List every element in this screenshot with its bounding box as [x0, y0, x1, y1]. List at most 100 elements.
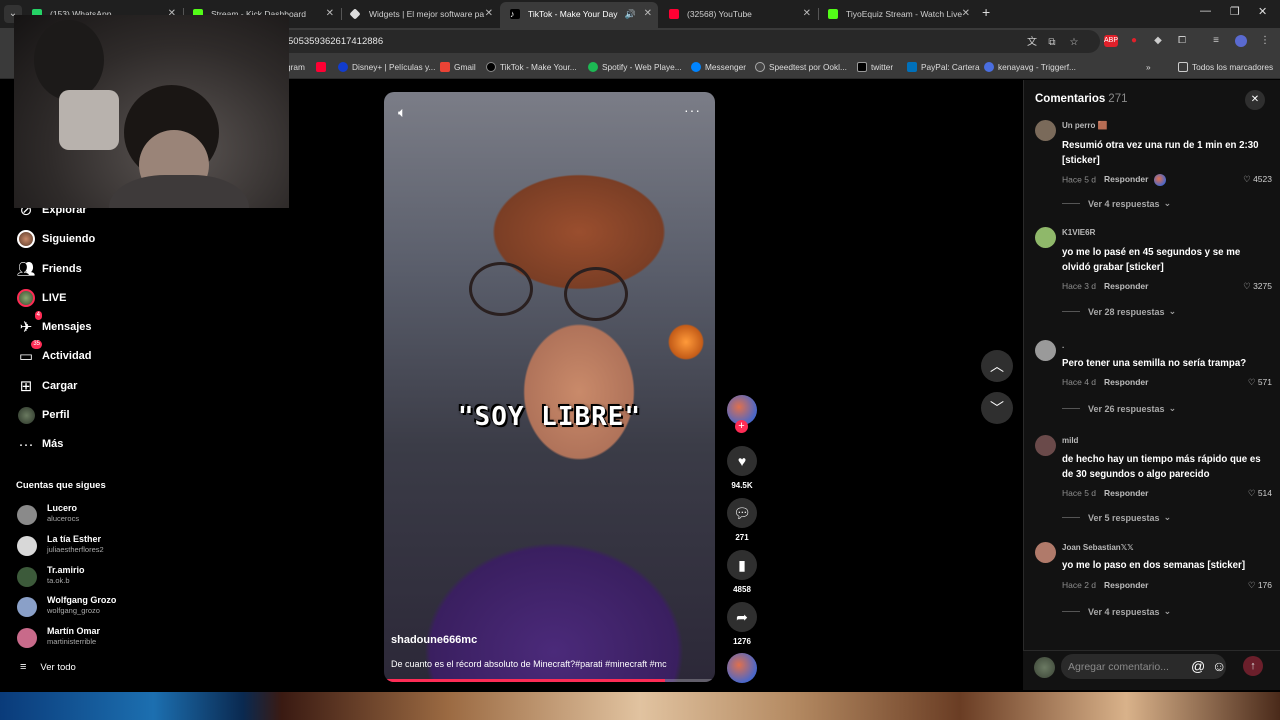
sound-disc-avatar[interactable] — [727, 653, 757, 683]
comment-meta: Hace 5 d Responder — [1062, 174, 1167, 186]
tab-title: Widgets | El mejor software pa — [369, 9, 485, 19]
nav-actividad[interactable]: ▭ 35 Actividad — [16, 340, 92, 367]
chevron-down-icon: ⌄ — [1163, 606, 1172, 616]
reply-button[interactable]: Responder — [1104, 580, 1148, 590]
avatar — [1034, 657, 1055, 678]
media-control-icon[interactable]: ≡ — [1210, 35, 1222, 47]
follow-plus-icon[interactable]: + — [735, 420, 748, 433]
nav-mas[interactable]: ··· Más — [16, 433, 64, 455]
chevron-up-icon: ︿ — [990, 358, 1004, 374]
nav-friends[interactable]: 👥︎ Friends — [16, 258, 81, 280]
restore-icon[interactable]: ❐ — [1230, 5, 1240, 18]
mention-icon[interactable]: @ — [1191, 658, 1205, 674]
comment-like-button[interactable]: ♡ 514 — [1248, 488, 1272, 499]
bookmark-paypal[interactable]: PayPal: Cartera — [907, 55, 980, 79]
reply-button[interactable]: Responder — [1104, 488, 1148, 498]
nav-perfil[interactable]: Perfil — [16, 404, 70, 426]
view-replies-button[interactable]: Ver 4 respuestas ⌄ — [1062, 606, 1171, 617]
comment-username[interactable]: mild — [1062, 436, 1078, 445]
cam-dark-object — [34, 20, 104, 100]
bookmark-gmail[interactable]: Gmail — [440, 55, 476, 79]
minimize-icon[interactable]: — — [1200, 5, 1211, 17]
extension-icon[interactable]: ◆ — [1152, 35, 1164, 47]
nav-live[interactable]: LIVE — [16, 287, 66, 309]
tab-kick-stream[interactable]: TiyoEquiz Stream - Watch Live ✕ — [818, 3, 976, 25]
bookmark-speedtest[interactable]: Speedtest por Ookl... — [755, 55, 847, 79]
avatar[interactable] — [1035, 120, 1056, 141]
view-replies-button[interactable]: Ver 26 respuestas ⌄ — [1062, 403, 1176, 414]
video-username[interactable]: shadoune666mc — [391, 634, 477, 646]
comment-like-button[interactable]: ♡ 4523 — [1243, 174, 1272, 185]
close-icon[interactable]: ✕ — [962, 3, 970, 25]
bookmarks-overflow-icon[interactable]: » — [1146, 55, 1151, 79]
video-player[interactable]: 🔈︎ ··· "SOY LIBRE" shadoune666mc De cuan… — [384, 92, 715, 682]
extension-icon[interactable]: ● — [1128, 35, 1140, 47]
avatar[interactable] — [1035, 435, 1056, 456]
close-window-icon[interactable]: ✕ — [1258, 5, 1267, 18]
profile-icon[interactable] — [1235, 35, 1247, 47]
comment-like-button[interactable]: ♡ 571 — [1248, 377, 1272, 388]
nav-mensajes[interactable]: ✈︎ 4 Mensajes — [16, 311, 92, 338]
youtube-icon — [316, 62, 326, 72]
view-replies-button[interactable]: Ver 5 respuestas ⌄ — [1062, 512, 1171, 523]
share-button[interactable]: ➦ — [727, 602, 757, 632]
previous-video-button[interactable]: ︿ — [981, 350, 1013, 382]
next-video-button[interactable]: ﹀ — [981, 392, 1013, 424]
new-tab-button[interactable]: + — [982, 4, 990, 20]
tab-tiktok[interactable]: ♪ TikTok - Make Your Day 🔊 ✕ — [500, 2, 658, 28]
bookmark-triggerfyre[interactable]: kenayavg - Triggerf... — [984, 55, 1076, 79]
nav-cargar[interactable]: ⊞ Cargar — [16, 375, 78, 397]
comment-username[interactable]: Un perro 🟫 — [1062, 121, 1108, 130]
send-comment-button[interactable]: ↑ — [1243, 656, 1263, 676]
comments-panel: Comentarios 271 ✕ Un perro 🟫 Resumió otra… — [1023, 80, 1280, 690]
translate-icon[interactable]: 文 — [1026, 37, 1038, 49]
reply-button[interactable]: Responder — [1104, 281, 1148, 291]
reply-button[interactable]: Responder — [1104, 174, 1148, 184]
bookmark-twitter[interactable]: twitter — [857, 55, 893, 79]
comment-username[interactable]: K1VIE6R — [1062, 228, 1095, 237]
comment-button[interactable]: 💬︎ — [727, 498, 757, 528]
bookmark-disney[interactable]: Disney+ | Películas y... — [338, 55, 435, 79]
creator-liked-badge — [1154, 174, 1167, 186]
view-replies-button[interactable]: Ver 28 respuestas ⌄ — [1062, 306, 1176, 317]
adblock-icon[interactable]: ABP — [1104, 35, 1118, 47]
close-icon[interactable]: ✕ — [326, 3, 334, 25]
bookmark-messenger[interactable]: Messenger — [691, 55, 746, 79]
like-button[interactable]: ♥ — [727, 446, 757, 476]
avatar[interactable] — [1035, 340, 1056, 361]
volume-icon[interactable]: 🔈︎ — [398, 104, 406, 121]
save-button[interactable]: ▮ — [727, 550, 757, 580]
video-description[interactable]: De cuanto es el récord absoluto de Minec… — [391, 659, 667, 669]
address-bar[interactable]: 505359362617412886 文 ⧉ ☆ — [270, 30, 1100, 53]
bookmark-spotify[interactable]: Spotify - Web Playe... — [588, 55, 682, 79]
emoji-icon[interactable]: ☺ — [1212, 658, 1226, 674]
bookmark-tiktok[interactable]: TikTok - Make Your... — [486, 55, 577, 79]
comment-username[interactable]: . — [1062, 341, 1064, 350]
bookmark-star-icon[interactable]: ☆ — [1068, 37, 1080, 49]
speaker-icon[interactable]: 🔊 — [625, 2, 636, 26]
tab-widgets[interactable]: Widgets | El mejor software pa ✕ — [341, 3, 499, 25]
close-icon[interactable]: ✕ — [644, 2, 652, 26]
close-icon[interactable]: ✕ — [485, 3, 493, 25]
close-comments-button[interactable]: ✕ — [1245, 90, 1265, 110]
view-replies-button[interactable]: Ver 4 respuestas ⌄ — [1062, 198, 1171, 209]
see-all-link[interactable]: ≡ Ver todo — [20, 661, 76, 673]
more-options-icon[interactable]: ··· — [684, 102, 701, 118]
share-arrow-icon: ➦ — [736, 608, 748, 625]
avatar[interactable] — [1035, 542, 1056, 563]
all-bookmarks[interactable]: Todos los marcadores — [1178, 55, 1273, 79]
avatar[interactable] — [1035, 227, 1056, 248]
close-icon[interactable]: ✕ — [803, 3, 811, 25]
nav-siguiendo[interactable]: Siguiendo — [16, 228, 95, 250]
puzzle-icon[interactable]: ⧠ — [1176, 35, 1188, 47]
reply-button[interactable]: Responder — [1104, 377, 1148, 387]
comment-like-button[interactable]: ♡ 3275 — [1243, 281, 1272, 292]
cast-icon[interactable]: ⧉ — [1046, 37, 1058, 49]
comment-like-button[interactable]: ♡ 176 — [1248, 580, 1272, 591]
tab-youtube[interactable]: (32568) YouTube ✕ — [659, 3, 817, 25]
comment-meta: Hace 3 d Responder — [1062, 281, 1149, 291]
video-progress-bar[interactable] — [384, 679, 715, 682]
menu-kebab-icon[interactable]: ⋮ — [1259, 35, 1271, 47]
comment-username[interactable]: Joan Sebastian𝕏𝕏 — [1062, 543, 1134, 552]
kick-icon — [828, 9, 838, 19]
